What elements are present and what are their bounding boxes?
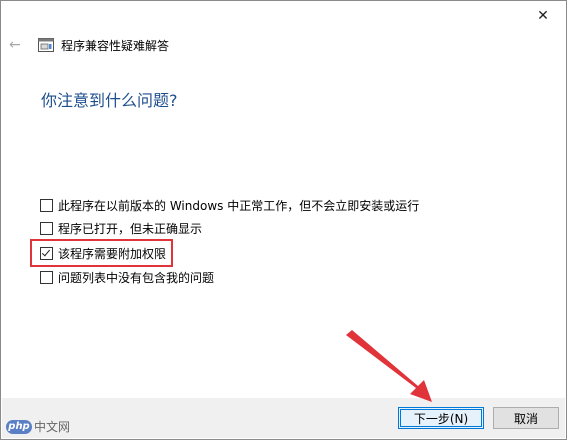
next-button[interactable]: 下一步(N) — [398, 407, 484, 429]
option-label: 问题列表中没有包含我的问题 — [58, 270, 215, 285]
checkbox[interactable] — [40, 270, 53, 284]
back-button[interactable]: ← — [9, 37, 25, 53]
troubleshooter-icon — [38, 38, 54, 52]
watermark-text: 中文网 — [34, 420, 71, 434]
option-not-displayed-correctly[interactable]: 程序已打开，但未正确显示 — [40, 220, 202, 236]
page-heading: 你注意到什么问题? — [41, 91, 178, 110]
option-not-listed[interactable]: 问题列表中没有包含我的问题 — [40, 269, 214, 285]
troubleshooter-window: ✕ ← 程序兼容性疑难解答 你注意到什么问题? 此程序在以前版本的 Window… — [0, 0, 567, 440]
option-label: 此程序在以前版本的 Windows 中正常工作，但不会立即安装或运行 — [58, 198, 420, 213]
window-title: 程序兼容性疑难解答 — [61, 39, 170, 53]
close-icon: ✕ — [537, 8, 549, 24]
watermark-logo: php — [6, 419, 32, 434]
highlight-box — [30, 239, 173, 267]
watermark: php 中文网 — [6, 418, 70, 435]
close-button[interactable]: ✕ — [520, 1, 566, 31]
option-label: 程序已打开，但未正确显示 — [58, 221, 203, 236]
checkbox[interactable] — [40, 221, 53, 235]
cancel-button[interactable]: 取消 — [493, 407, 559, 429]
back-arrow-icon: ← — [9, 37, 21, 53]
checkbox[interactable] — [40, 198, 53, 212]
option-works-in-older-windows[interactable]: 此程序在以前版本的 Windows 中正常工作，但不会立即安装或运行 — [40, 197, 419, 213]
